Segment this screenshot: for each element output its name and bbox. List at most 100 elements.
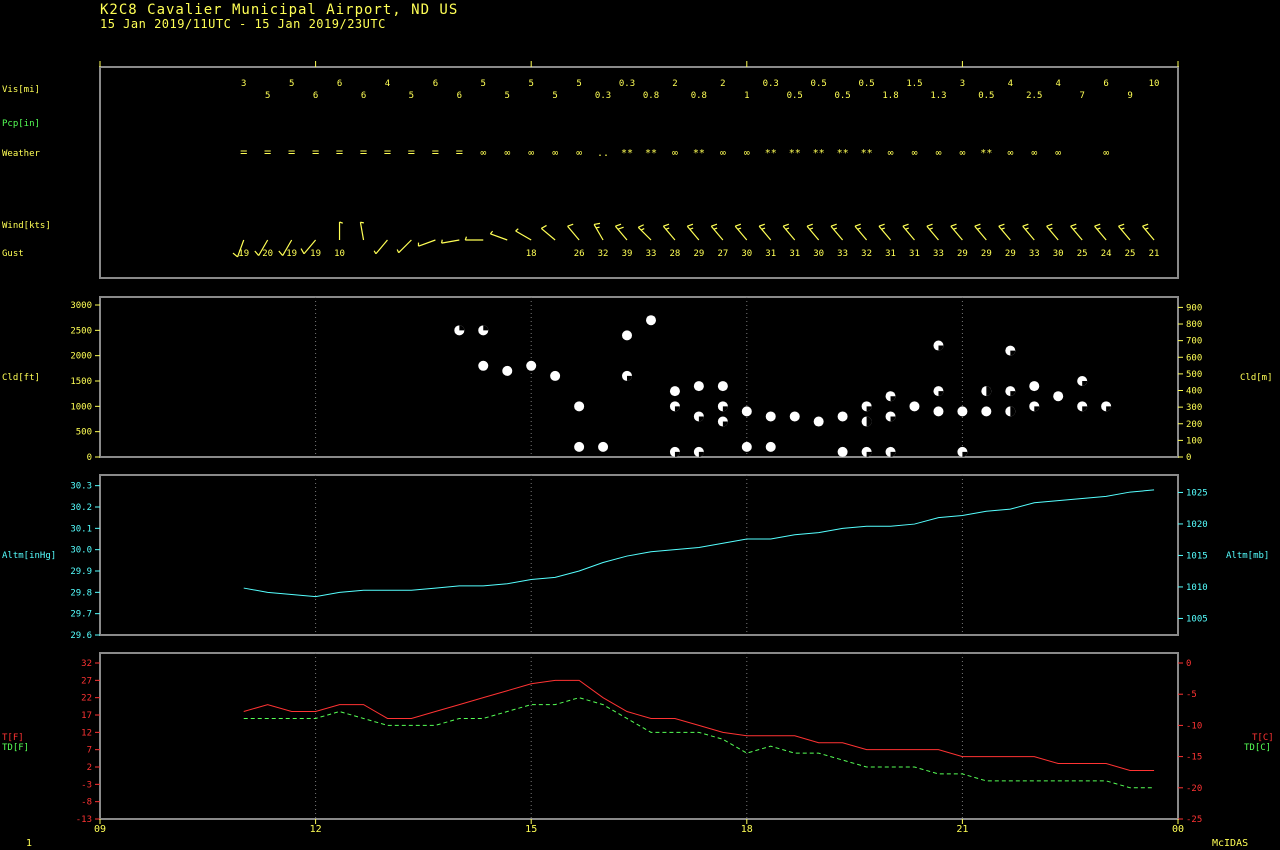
- altimeter-right-tick-label: 1015: [1186, 551, 1208, 561]
- cloud-right-tick-label: 700: [1186, 337, 1202, 347]
- cloud-cover-marker: [813, 416, 824, 427]
- temp-left-tick-label: 2: [87, 763, 92, 773]
- visibility-value: 2: [720, 79, 725, 89]
- visibility-value: 5: [481, 79, 486, 89]
- visibility-value: 5: [552, 91, 557, 101]
- visibility-value: 10: [1149, 79, 1160, 89]
- wind-barb-flag: [1048, 227, 1053, 230]
- weather-symbol: ∞: [576, 148, 582, 159]
- wind-barb-flag: [663, 223, 670, 227]
- temp-right-tick-label: -20: [1186, 784, 1202, 794]
- weather-symbol: **: [789, 148, 801, 159]
- cloud-cover-gap: [866, 406, 872, 412]
- gust-value: 19: [238, 249, 249, 259]
- cloud-cover-marker: [646, 315, 657, 326]
- pcp-row-label: Pcp[in]: [2, 119, 40, 129]
- cloud-cover-marker: [789, 411, 800, 422]
- weather-symbol: **: [765, 148, 777, 159]
- visibility-value: 6: [313, 91, 318, 101]
- wind-barb-staff: [398, 239, 412, 254]
- cloud-cover-gap: [1106, 406, 1112, 412]
- wind-barb-flag: [232, 252, 238, 258]
- wind-barb-flag: [278, 250, 284, 256]
- cloud-cover-gap: [626, 375, 632, 381]
- obs-panel-frame: [99, 66, 1179, 279]
- weather-symbol: ∞: [552, 148, 558, 159]
- gust-value: 10: [334, 249, 345, 259]
- cloud-cover-gap: [1010, 350, 1016, 356]
- visibility-value: 4: [1055, 79, 1060, 89]
- cloud-right-tick-label: 0: [1186, 453, 1191, 463]
- wind-barb-flag: [1072, 227, 1077, 230]
- altimeter-left-tick-label: 30.0: [70, 546, 92, 556]
- cloud-panel-frame: [99, 296, 1179, 458]
- wind-barb-flag: [1070, 223, 1077, 227]
- wind-barb-flag: [515, 228, 519, 232]
- weather-symbol: **: [693, 148, 705, 159]
- dewpoint-left-axis-label: TD[F]: [2, 743, 29, 753]
- cloud-right-tick-label: 100: [1186, 436, 1202, 446]
- weather-symbol: ∞: [744, 148, 750, 159]
- wind-barb-flag: [615, 223, 622, 227]
- weather-symbol: =: [264, 145, 271, 159]
- visibility-value: 6: [1103, 79, 1108, 89]
- wind-barb-flag: [1046, 223, 1053, 227]
- weather-symbol: =: [312, 145, 319, 159]
- weather-row-label: Weather: [2, 149, 41, 159]
- gust-value: 31: [885, 249, 896, 259]
- wind-barb-staff: [515, 230, 532, 241]
- wind-barb-flag: [953, 227, 957, 230]
- weather-symbol: ∞: [1007, 148, 1013, 159]
- visibility-value: 1.8: [882, 91, 898, 101]
- cloud-left-tick-label: 500: [76, 428, 92, 438]
- cloud-cover-marker: [765, 411, 776, 422]
- weather-symbol: ∞: [528, 148, 534, 159]
- wind-barb-flag: [373, 250, 377, 255]
- cloud-cover-gap: [1010, 406, 1016, 417]
- wind-barb-flag: [737, 227, 742, 230]
- cloud-cover-gap: [866, 416, 872, 427]
- altimeter-left-axis-label: Altm[inHg]: [2, 551, 56, 561]
- visibility-value: 0.8: [643, 91, 659, 101]
- wind-barb-staff: [490, 233, 508, 241]
- cloud-cover-marker: [1029, 381, 1040, 392]
- cloud-right-axis-label: Cld[m]: [1240, 373, 1273, 383]
- weather-symbol: ∞: [1031, 148, 1037, 159]
- visibility-value: 1: [744, 91, 749, 101]
- wind-barb-flag: [950, 223, 957, 227]
- gust-value: 27: [717, 249, 728, 259]
- gust-value: 29: [957, 249, 968, 259]
- weather-symbol: **: [861, 148, 873, 159]
- wind-barb-flag: [878, 223, 885, 227]
- visibility-value: 5: [528, 79, 533, 89]
- cloud-cover-marker: [526, 360, 537, 371]
- cloud-cover-marker: [478, 360, 489, 371]
- temperature-panel-frame: [99, 652, 1179, 820]
- wind-barb-flag: [640, 228, 645, 231]
- wind-barb-flag: [1001, 227, 1005, 230]
- visibility-value: 3: [960, 79, 965, 89]
- cloud-right-tick-label: 300: [1186, 403, 1202, 413]
- temp-left-tick-label: 22: [81, 694, 92, 704]
- time-axis-tick-label: 09: [94, 824, 106, 835]
- weather-symbol: =: [288, 145, 295, 159]
- visibility-value: 2.5: [1026, 91, 1042, 101]
- wind-barb-flag: [617, 226, 624, 230]
- visibility-value: 6: [457, 91, 462, 101]
- weather-symbol: =: [360, 145, 367, 159]
- visibility-value: 0.3: [619, 79, 635, 89]
- time-axis-tick-label: 12: [310, 824, 322, 835]
- weather-symbol: ..: [597, 148, 609, 159]
- time-axis-tick-label: 15: [525, 824, 537, 835]
- temp-right-tick-label: 0: [1186, 659, 1191, 669]
- weather-symbol: =: [240, 145, 247, 159]
- gust-value: 31: [909, 249, 920, 259]
- gust-value: 21: [1149, 249, 1160, 259]
- visibility-value: 5: [505, 91, 510, 101]
- weather-symbol: **: [813, 148, 825, 159]
- gust-value: 30: [1053, 249, 1064, 259]
- temp-left-tick-label: 27: [81, 676, 92, 686]
- cloud-cover-gap: [722, 406, 728, 412]
- time-axis-tick-label: 21: [956, 824, 968, 835]
- gust-value: 25: [1077, 249, 1088, 259]
